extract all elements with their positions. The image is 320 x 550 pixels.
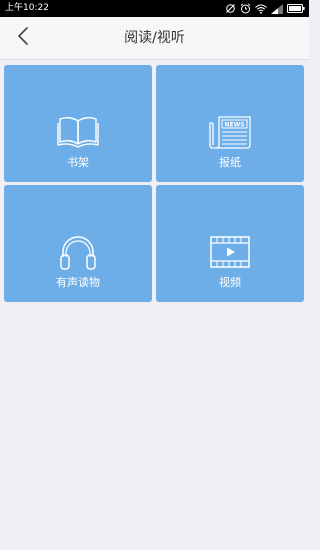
status-icons — [225, 2, 305, 15]
open-book-icon — [57, 115, 99, 149]
tile-label: 有声读物 — [56, 276, 100, 289]
headphones-icon — [58, 233, 98, 271]
signal-icon — [271, 3, 283, 14]
wifi-icon — [255, 4, 267, 14]
tile-label: 书架 — [67, 156, 89, 169]
tile-newspaper[interactable]: NEWS 报纸 — [156, 65, 304, 182]
tile-bookshelf[interactable]: 书架 — [4, 65, 152, 182]
tile-audiobooks[interactable]: 有声读物 — [4, 185, 152, 302]
newspaper-icon: NEWS — [209, 115, 251, 149]
status-bar: 上午10:22 — [0, 0, 309, 17]
page-title: 阅读/视听 — [124, 30, 185, 46]
sync-icon — [225, 3, 236, 14]
battery-icon — [287, 4, 305, 13]
status-time: 上午10:22 — [5, 3, 49, 13]
alarm-icon — [240, 3, 251, 14]
video-film-icon — [209, 235, 251, 269]
tile-label: 报纸 — [219, 156, 241, 169]
news-icon-text: NEWS — [224, 122, 244, 129]
nav-bar: 阅读/视听 — [0, 17, 309, 60]
tile-label: 视频 — [219, 276, 241, 289]
tile-video[interactable]: 视频 — [156, 185, 304, 302]
